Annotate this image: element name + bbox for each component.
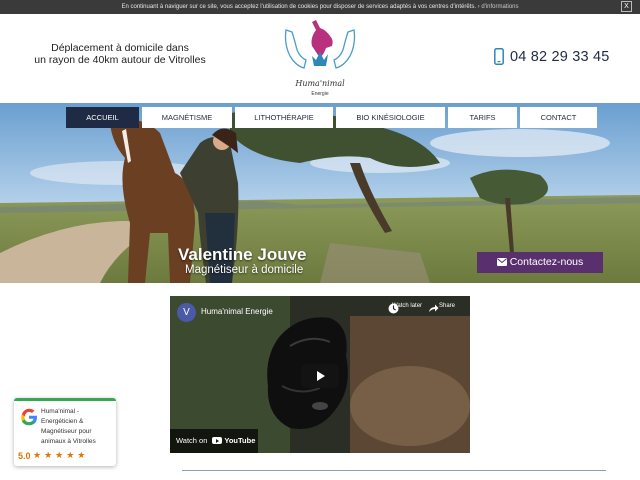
- smartphone-icon: [494, 48, 504, 65]
- rating-stars: ★★★★★: [33, 450, 89, 460]
- hero-title: Valentine Jouve: [178, 245, 307, 264]
- nav-lithotherapie[interactable]: LITHOTHÉRAPIE: [235, 107, 333, 128]
- site-header: Déplacement à domicile dans un rayon de …: [0, 14, 640, 102]
- video-play-button[interactable]: [301, 364, 339, 388]
- share-button[interactable]: Share: [428, 303, 466, 312]
- share-label: Share: [438, 303, 455, 309]
- watch-later-button[interactable]: Watch later: [388, 303, 426, 314]
- cookie-close-button[interactable]: X: [621, 1, 632, 12]
- section-divider: [182, 470, 606, 471]
- cookie-text: En continuant à naviguer sur ce site, vo…: [121, 4, 477, 10]
- youtube-logo-icon: [212, 437, 223, 445]
- site-logo[interactable]: Huma'nimal Energie: [280, 16, 360, 100]
- contact-us-label: Contactez-nous: [509, 256, 584, 268]
- google-g-icon: [21, 408, 37, 426]
- logo-wordmark: Huma'nimal: [295, 79, 345, 88]
- contact-us-button[interactable]: Contactez-nous: [477, 252, 603, 273]
- youtube-video-embed[interactable]: V Huma'nimal Energie Watch later Share W…: [170, 296, 470, 453]
- watch-on-youtube-button[interactable]: Watch on YouTube: [170, 429, 258, 453]
- nav-bio-kinesiologie[interactable]: BIO KINÉSIOLOGIE: [336, 107, 445, 128]
- tagline-line-2: un rayon de 40km autour de Vitrolles: [34, 54, 206, 66]
- channel-avatar[interactable]: V: [177, 303, 196, 322]
- clock-icon: [388, 303, 399, 314]
- google-review-badge[interactable]: Huma'nimal - Energéticien & Magnétiseur …: [14, 398, 116, 466]
- logo-hands-horse-icon: [284, 20, 356, 69]
- phone-contact[interactable]: 04 82 29 33 45: [494, 48, 610, 65]
- envelope-icon: [496, 257, 507, 266]
- nav-contact[interactable]: CONTACT: [520, 107, 597, 128]
- tagline-line-1: Déplacement à domicile dans: [51, 42, 189, 54]
- youtube-wordmark: YouTube: [224, 436, 256, 445]
- hero-banner: ACCUEIL MAGNÉTISME LITHOTHÉRAPIE BIO KIN…: [0, 103, 640, 283]
- nav-accueil[interactable]: ACCUEIL: [66, 107, 139, 128]
- cookie-banner: En continuant à naviguer sur ce site, vo…: [0, 0, 640, 14]
- phone-number[interactable]: 04 82 29 33 45: [510, 49, 610, 65]
- main-navigation: ACCUEIL MAGNÉTISME LITHOTHÉRAPIE BIO KIN…: [66, 107, 600, 128]
- service-area-tagline: Déplacement à domicile dans un rayon de …: [20, 42, 220, 66]
- hero-subtitle: Magnétiseur à domicile: [185, 264, 304, 276]
- watch-on-label: Watch on: [176, 436, 208, 445]
- rating-score: 5.0: [18, 451, 31, 461]
- cookie-more-link[interactable]: › d'informations: [478, 4, 519, 10]
- logo-subtitle: Energie: [311, 91, 329, 97]
- nav-tarifs[interactable]: TARIFS: [448, 107, 517, 128]
- business-name: Huma'nimal - Energéticien & Magnétiseur …: [41, 408, 96, 445]
- nav-magnetisme[interactable]: MAGNÉTISME: [142, 107, 232, 128]
- share-icon: [429, 304, 439, 312]
- video-title[interactable]: Huma'nimal Energie: [201, 307, 273, 316]
